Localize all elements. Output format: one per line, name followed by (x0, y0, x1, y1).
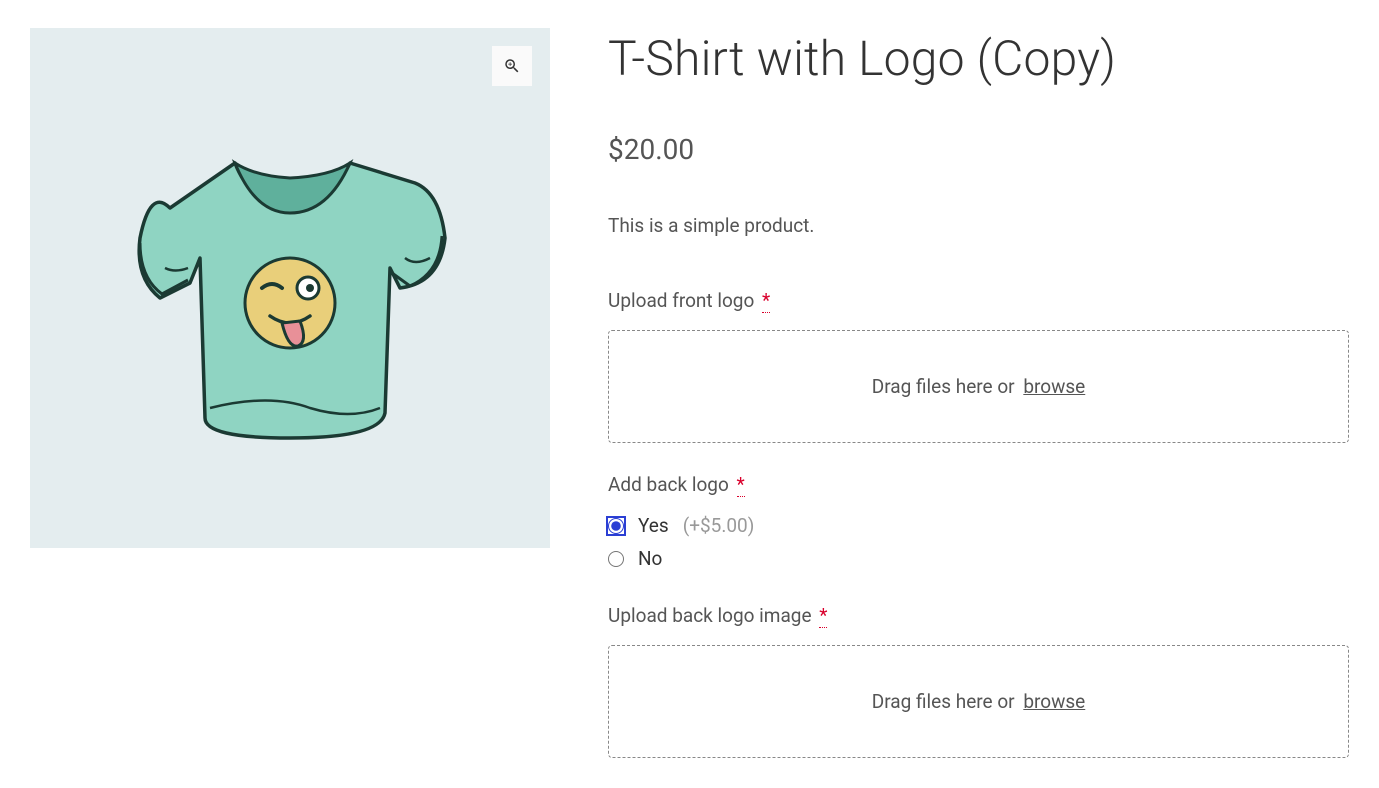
front-logo-dropzone[interactable]: Drag files here or browse (608, 330, 1349, 443)
back-logo-option-no[interactable]: No (608, 547, 1349, 570)
price-modifier: (+$5.00) (683, 514, 755, 537)
radio-yes[interactable] (608, 518, 624, 534)
required-indicator: * (762, 289, 770, 313)
upload-front-logo-label: Upload front logo * (608, 289, 1349, 312)
zoom-button[interactable] (492, 46, 532, 86)
radio-no-label: No (638, 547, 662, 570)
dropzone-text: Drag files here or browse (872, 690, 1086, 713)
browse-link[interactable]: browse (1023, 690, 1085, 713)
product-price: $20.00 (608, 133, 1349, 166)
required-indicator: * (737, 473, 745, 497)
product-image[interactable] (30, 28, 550, 548)
zoom-in-icon (503, 57, 521, 75)
back-logo-option-yes[interactable]: Yes (+$5.00) (608, 514, 1349, 537)
add-back-logo-label: Add back logo * (608, 473, 1349, 496)
browse-link[interactable]: browse (1023, 375, 1085, 398)
radio-no[interactable] (608, 551, 624, 567)
product-description: This is a simple product. (608, 214, 1349, 237)
dropzone-text: Drag files here or browse (872, 375, 1086, 398)
product-title: T-Shirt with Logo (Copy) (608, 30, 1349, 87)
upload-back-logo-label: Upload back logo image * (608, 604, 1349, 627)
tshirt-illustration (110, 108, 470, 468)
required-indicator: * (819, 604, 827, 628)
back-logo-dropzone[interactable]: Drag files here or browse (608, 645, 1349, 758)
radio-yes-label: Yes (638, 514, 669, 537)
